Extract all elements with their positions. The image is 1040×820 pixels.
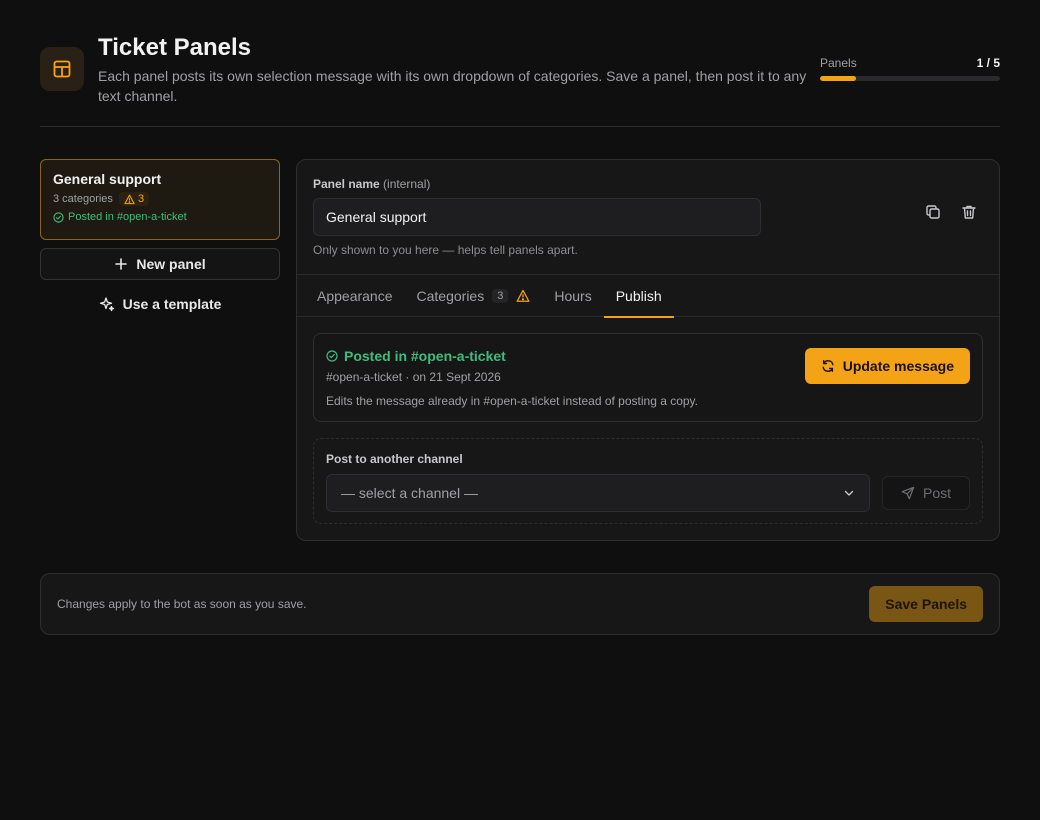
duplicate-panel-button[interactable] (921, 200, 945, 224)
use-template-button[interactable]: Use a template (40, 288, 280, 320)
channel-select[interactable]: — select a channel — (326, 474, 870, 512)
tab-hours[interactable]: Hours (542, 275, 603, 317)
panel-name-input[interactable] (313, 198, 761, 236)
warning-badge: 3 (118, 192, 150, 206)
panel-name-help: Only shown to you here — helps tell pane… (313, 243, 578, 257)
posted-status-title-text: Posted in #open-a-ticket (344, 348, 506, 364)
panel-list-item-meta: 3 categories 3 (53, 192, 267, 206)
page-header: Ticket Panels Each panel posts its own s… (40, 0, 1000, 127)
save-panels-button[interactable]: Save Panels (869, 586, 983, 622)
refresh-icon (822, 360, 834, 372)
save-note: Changes apply to the bot as soon as you … (57, 597, 307, 611)
layout-panel-icon (40, 47, 84, 91)
channel-select-placeholder: — select a channel — (341, 485, 478, 501)
panel-name-label-sub: (internal) (383, 177, 431, 191)
panels-usage-meter: Panels 1 / 5 (820, 56, 1000, 81)
posted-status-note: Edits the message already in #open-a-tic… (326, 394, 698, 408)
meter-count: 1 / 5 (976, 56, 1000, 70)
new-panel-button[interactable]: New panel (40, 248, 280, 280)
meter-bar (820, 76, 1000, 81)
post-button[interactable]: Post (882, 476, 970, 510)
tab-categories-count: 3 (492, 289, 509, 303)
tab-publish[interactable]: Publish (603, 275, 674, 318)
post-button-label: Post (922, 485, 951, 501)
update-message-label: Update message (842, 358, 954, 374)
sparkles-icon (99, 297, 114, 312)
save-bar: Changes apply to the bot as soon as you … (40, 573, 1000, 635)
panel-categories-count: 3 categories (53, 193, 113, 205)
delete-panel-button[interactable] (957, 200, 981, 224)
page-title: Ticket Panels (98, 34, 251, 61)
post-another-channel-label: Post to another channel (326, 452, 463, 466)
tab-hours-label: Hours (554, 288, 592, 304)
tab-appearance-label: Appearance (317, 288, 393, 304)
use-template-label: Use a template (122, 296, 222, 312)
meter-label: Panels (820, 56, 857, 70)
copy-icon (926, 205, 940, 219)
panel-editor: Panel name (internal) Only shown to you … (296, 159, 1000, 541)
save-panels-label: Save Panels (885, 596, 967, 612)
panel-posted-status: Posted in #open-a-ticket (53, 211, 267, 223)
tab-categories[interactable]: Categories 3 (405, 275, 543, 317)
page: Ticket Panels Each panel posts its own s… (40, 0, 1000, 635)
panel-list-item[interactable]: General support 3 categories 3 Posted in… (40, 159, 280, 240)
tab-categories-label: Categories (416, 288, 485, 304)
panel-sidebar: General support 3 categories 3 Posted in… (40, 159, 280, 320)
check-circle-icon (326, 350, 338, 362)
plus-icon (115, 258, 128, 270)
warning-icon (516, 289, 530, 302)
meter-bar-fill (820, 76, 856, 81)
chevron-down-icon (844, 490, 854, 496)
new-panel-label: New panel (136, 256, 206, 272)
panel-name-label-text: Panel name (313, 177, 380, 191)
tab-appearance[interactable]: Appearance (305, 275, 405, 317)
panel-posted-label: Posted in #open-a-ticket (68, 211, 187, 223)
warning-count: 3 (137, 193, 145, 205)
page-description: Each panel posts its own selection messa… (98, 68, 807, 104)
panel-name-section: Panel name (internal) Only shown to you … (297, 160, 999, 275)
trash-icon (962, 205, 976, 219)
post-another-channel-card: Post to another channel — select a chann… (313, 438, 983, 524)
panel-list-item-name: General support (53, 171, 162, 187)
tab-publish-label: Publish (615, 288, 662, 304)
posted-status-card: Posted in #open-a-ticket #open-a-ticket … (313, 333, 983, 422)
update-message-button[interactable]: Update message (804, 348, 970, 384)
panel-name-label: Panel name (internal) (313, 177, 983, 191)
check-circle-icon (53, 211, 64, 223)
send-icon (901, 486, 915, 500)
warning-icon (124, 194, 135, 204)
editor-tabs: Appearance Categories 3 Hours Publish (297, 275, 999, 318)
